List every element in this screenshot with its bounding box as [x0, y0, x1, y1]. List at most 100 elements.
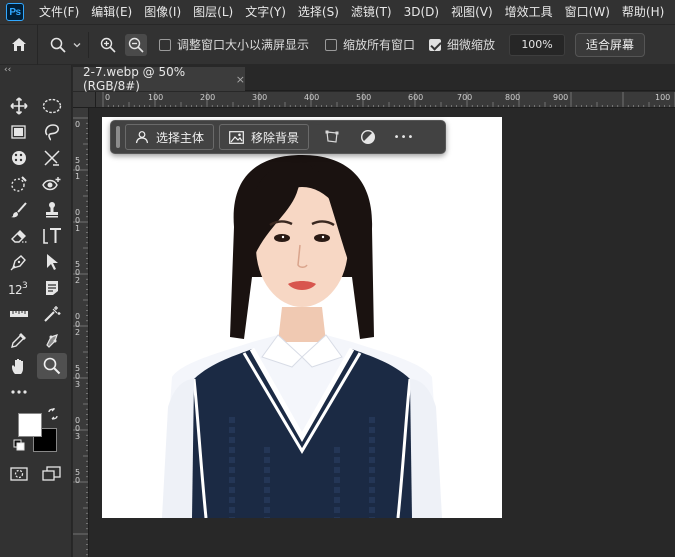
- pen-tool[interactable]: [4, 249, 34, 275]
- path-selection-tool[interactable]: [37, 249, 67, 275]
- note-icon: [46, 281, 58, 295]
- menu-layer[interactable]: 图层(L): [187, 0, 239, 24]
- crop-tool[interactable]: [37, 145, 67, 171]
- swap-colors-button[interactable]: [46, 407, 60, 421]
- portrait-photo: [102, 117, 502, 518]
- elliptical-marquee-tool[interactable]: [37, 93, 67, 119]
- tool-preset-picker[interactable]: [50, 37, 82, 53]
- menu-edit[interactable]: 编辑(E): [85, 0, 138, 24]
- checkbox-box: [159, 38, 171, 51]
- eraser-tool[interactable]: [4, 223, 34, 249]
- more-dots-icon: [11, 390, 27, 394]
- vertical-ruler[interactable]: 050100150200250300350: [73, 108, 89, 557]
- zoom-all-windows-checkbox[interactable]: 缩放所有窗口: [325, 36, 415, 53]
- collapse-panel-icon[interactable]: ‹‹: [0, 65, 71, 77]
- screen-mode-button[interactable]: [37, 461, 67, 487]
- edit-toolbar-button[interactable]: [4, 379, 34, 405]
- eyedropper-tool[interactable]: [4, 171, 34, 197]
- magic-wand-tool[interactable]: [37, 301, 67, 327]
- zoom-out-button[interactable]: [125, 33, 147, 56]
- adjustment-layer-button[interactable]: [350, 124, 386, 150]
- ruler-label: 300: [252, 93, 268, 102]
- type-icon: [43, 228, 61, 244]
- count-tool[interactable]: 123: [4, 275, 34, 301]
- menu-help[interactable]: 帮助(H): [616, 0, 670, 24]
- select-subject-button[interactable]: 选择主体: [125, 124, 215, 150]
- ruler-label: 1: [75, 172, 81, 181]
- brush-icon: [11, 202, 27, 218]
- checkbox-label: 细微缩放: [447, 38, 496, 52]
- ruler-dashed-icon: [11, 176, 27, 192]
- move-tool[interactable]: [4, 93, 34, 119]
- ellipse-marquee-icon: [42, 98, 62, 114]
- menu-3d[interactable]: 3D(D): [398, 0, 445, 24]
- ruler-label: 500: [356, 93, 372, 102]
- object-selection-icon: [11, 125, 26, 139]
- document-tab-bar: 2-7.webp @ 50%(RGB/8#) ×: [73, 65, 675, 93]
- ruler-label: 600: [408, 93, 424, 102]
- zoom-percent-field[interactable]: 100%: [509, 33, 566, 56]
- horizontal-ruler-ticks: [102, 92, 675, 107]
- scrubby-zoom-checkbox[interactable]: 细微缩放: [429, 36, 495, 53]
- image-icon: [229, 130, 244, 144]
- resize-windows-checkbox[interactable]: 调整窗口大小以满屏显示: [159, 36, 309, 53]
- ruler-label: 900: [553, 93, 569, 102]
- svg-text:3: 3: [22, 281, 28, 291]
- ruler-icon: [10, 311, 28, 317]
- eye-plus-icon: [42, 177, 61, 191]
- default-colors-button[interactable]: [12, 438, 26, 452]
- slice-icon: [44, 150, 60, 166]
- menu-plugins[interactable]: 增效工具: [499, 0, 559, 24]
- puppet-warp-tool[interactable]: [37, 327, 67, 353]
- fit-screen-button[interactable]: 适合屏幕: [575, 32, 646, 57]
- menu-type[interactable]: 文字(Y): [239, 0, 292, 24]
- ruler-label: 100: [655, 93, 671, 102]
- move-icon: [10, 97, 28, 115]
- quick-mask-button[interactable]: [4, 461, 34, 487]
- quick-selection-tool[interactable]: [4, 145, 34, 171]
- color-sampler-tool[interactable]: [4, 327, 34, 353]
- menu-window[interactable]: 窗口(W): [559, 0, 616, 24]
- foreground-color-swatch[interactable]: [18, 413, 42, 437]
- type-tool[interactable]: [37, 223, 67, 249]
- select-subject-label: 选择主体: [156, 130, 205, 145]
- hand-tool[interactable]: [4, 353, 34, 379]
- chevron-down-icon: [73, 42, 81, 47]
- brush-tool[interactable]: [4, 197, 34, 223]
- menu-view[interactable]: 视图(V): [445, 0, 499, 24]
- quick-selection-icon: [12, 151, 26, 165]
- ruler-origin[interactable]: [73, 92, 96, 108]
- remove-background-label: 移除背景: [251, 130, 300, 145]
- contextual-task-bar: 选择主体 移除背景 •••: [110, 120, 446, 154]
- lasso-tool[interactable]: [37, 119, 67, 145]
- document-canvas[interactable]: [102, 117, 502, 518]
- remove-background-button[interactable]: 移除背景: [219, 124, 310, 150]
- object-selection-tool[interactable]: [4, 119, 34, 145]
- document-tab[interactable]: 2-7.webp @ 50%(RGB/8#) ×: [73, 65, 245, 93]
- red-eye-tool[interactable]: [37, 171, 67, 197]
- zoom-tool[interactable]: [37, 353, 67, 379]
- menu-select[interactable]: 选择(S): [292, 0, 345, 24]
- options-bar: 调整窗口大小以满屏显示 缩放所有窗口 细微缩放 100% 适合屏幕: [0, 24, 675, 65]
- zoom-in-icon: [100, 37, 116, 53]
- close-icon[interactable]: ×: [236, 73, 245, 86]
- drag-handle[interactable]: [116, 126, 120, 148]
- menu-image[interactable]: 图像(I): [138, 0, 187, 24]
- home-icon: [11, 38, 26, 51]
- more-options-button[interactable]: •••: [386, 124, 422, 150]
- menu-filter[interactable]: 滤镜(T): [345, 0, 398, 24]
- menu-file[interactable]: 文件(F): [33, 0, 85, 24]
- zoom-in-button[interactable]: [97, 34, 119, 56]
- quick-mask-icon: [10, 467, 28, 481]
- transform-selection-button[interactable]: [314, 124, 350, 150]
- horizontal-ruler[interactable]: 0 100 200 300 400 500 600 700 800 900 10…: [96, 92, 675, 108]
- document-tab-title: 2-7.webp @ 50%(RGB/8#): [83, 65, 186, 93]
- clone-stamp-tool[interactable]: [37, 197, 67, 223]
- note-tool[interactable]: [37, 275, 67, 301]
- ruler-tool[interactable]: [4, 301, 34, 327]
- eraser-icon: [11, 230, 27, 243]
- ruler-label: 0: [105, 93, 111, 102]
- menu-bar: Ps 文件(F) 编辑(E) 图像(I) 图层(L) 文字(Y) 选择(S) 滤…: [0, 0, 675, 24]
- ruler-label: 2: [75, 276, 81, 285]
- home-button[interactable]: [0, 24, 38, 65]
